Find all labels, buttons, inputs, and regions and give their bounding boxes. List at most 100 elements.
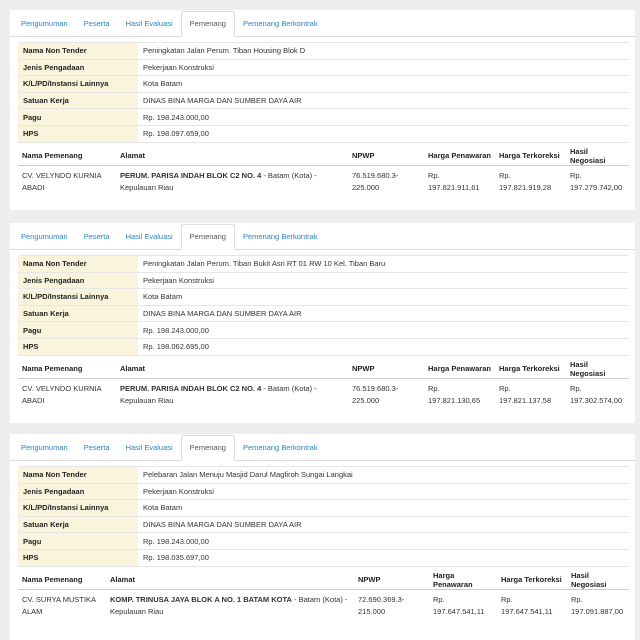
- value-hps: Rp. 198.062.695,00: [138, 337, 629, 356]
- tab-pengumuman[interactable]: Pengumuman: [13, 12, 76, 36]
- tab-pemenang-berkontrak[interactable]: Pemenang Berkontrak: [235, 12, 326, 36]
- winner-address: PERUM. PARISA INDAH BLOK C2 NO. 4 - Bata…: [116, 378, 348, 411]
- label-pagu: Pagu: [18, 321, 138, 339]
- col-harga-terkoreksi: Harga Terkoreksi: [497, 570, 567, 590]
- winner-name: CV. VELYNDO KURNIA ABADI: [22, 383, 102, 405]
- label-klpd: K/L/PD/Instansi Lainnya: [18, 499, 138, 517]
- tab-hasil-evaluasi[interactable]: Hasil Evaluasi: [118, 12, 181, 36]
- value-pagu: Rp. 198.243.000,00: [138, 321, 629, 339]
- col-hasil-negosiasi: Hasil Negosiasi: [566, 146, 629, 166]
- col-nama-pemenang: Nama Pemenang: [18, 359, 116, 379]
- winner-harga-penawaran: Rp. 197.647.541,11: [433, 594, 485, 616]
- winner-harga-terkoreksi: Rp. 197.821.137,58: [499, 383, 552, 405]
- winner-address: PERUM. PARISA INDAH BLOK C2 NO. 4 - Bata…: [116, 165, 348, 198]
- tab-pengumuman[interactable]: Pengumuman: [13, 225, 76, 249]
- col-npwp: NPWP: [348, 146, 424, 166]
- value-pagu: Rp. 198.243.000,00: [138, 532, 629, 550]
- value-klpd: Kota Batam: [138, 499, 629, 517]
- winner-table: Nama Pemenang Alamat NPWP Harga Penawara…: [18, 570, 629, 622]
- winner-table: Nama Pemenang Alamat NPWP Harga Penawara…: [18, 359, 629, 411]
- label-nama-non-tender: Nama Non Tender: [18, 42, 138, 60]
- info-table: Nama Non Tender Peningkatan Jalan Perum. …: [18, 42, 629, 143]
- value-klpd: Kota Batam: [138, 75, 629, 93]
- tab-pemenang[interactable]: Pemenang: [180, 224, 235, 250]
- value-satuan-kerja: DINAS BINA MARGA DAN SUMBER DAYA AIR: [138, 515, 629, 534]
- label-hps: HPS: [18, 548, 138, 567]
- winner-table: Nama Pemenang Alamat NPWP Harga Penawara…: [18, 146, 629, 198]
- winner-npwp: 76.519.680.3-225.000: [352, 170, 399, 192]
- tab-hasil-evaluasi[interactable]: Hasil Evaluasi: [118, 436, 181, 460]
- info-table: Nama Non Tender Pelebaran Jalan Menuju Ma…: [18, 466, 629, 567]
- label-satuan-kerja: Satuan Kerja: [18, 91, 138, 110]
- winner-hasil-negosiasi: Rp. 197.279.742,00: [570, 170, 623, 192]
- winner-harga-penawaran: Rp. 197.821.911,61: [428, 170, 480, 192]
- tab-bar: Pengumuman Peserta Hasil Evaluasi Pemena…: [10, 10, 635, 37]
- tab-pemenang[interactable]: Pemenang: [180, 435, 235, 461]
- value-jenis-pengadaan: Pekerjaan Konstruksi: [138, 271, 629, 290]
- col-hasil-negosiasi: Hasil Negosiasi: [566, 359, 629, 379]
- winner-hasil-negosiasi: Rp. 197.302.574,00: [570, 383, 623, 405]
- value-jenis-pengadaan: Pekerjaan Konstruksi: [138, 58, 629, 77]
- label-nama-non-tender: Nama Non Tender: [18, 255, 138, 273]
- col-alamat: Alamat: [106, 570, 354, 590]
- info-table: Nama Non Tender Peningkatan Jalan Perum. …: [18, 255, 629, 356]
- label-satuan-kerja: Satuan Kerja: [18, 515, 138, 534]
- tab-peserta[interactable]: Peserta: [76, 225, 118, 249]
- table-row: CV. VELYNDO KURNIA ABADI PERUM. PARISA I…: [18, 165, 629, 198]
- value-nama-non-tender: Pelebaran Jalan Menuju Masjid Darul Magf…: [138, 466, 629, 484]
- tab-pemenang[interactable]: Pemenang: [180, 11, 235, 37]
- winner-npwp: 76.519.680.3-225.000: [352, 383, 399, 405]
- value-pagu: Rp. 198.243.000,00: [138, 108, 629, 126]
- col-harga-terkoreksi: Harga Terkoreksi: [495, 359, 566, 379]
- value-nama-non-tender: Peningkatan Jalan Perum. Tiban Bukit Asr…: [138, 255, 629, 273]
- tab-pemenang-berkontrak[interactable]: Pemenang Berkontrak: [235, 436, 326, 460]
- winner-name: CV. SURYA MUSTIKA ALAM: [22, 594, 96, 616]
- winner-hasil-negosiasi: Rp. 197.091.887,00: [571, 594, 624, 616]
- tab-peserta[interactable]: Peserta: [76, 12, 118, 36]
- value-satuan-kerja: DINAS BINA MARGA DAN SUMBER DAYA AIR: [138, 91, 629, 110]
- label-hps: HPS: [18, 337, 138, 356]
- col-harga-terkoreksi: Harga Terkoreksi: [495, 146, 566, 166]
- tab-pemenang-berkontrak[interactable]: Pemenang Berkontrak: [235, 225, 326, 249]
- tab-peserta[interactable]: Peserta: [76, 436, 118, 460]
- label-jenis-pengadaan: Jenis Pengadaan: [18, 271, 138, 290]
- tab-pengumuman[interactable]: Pengumuman: [13, 436, 76, 460]
- winner-address-street: PERUM. PARISA INDAH BLOK C2 NO. 4: [120, 170, 262, 180]
- winner-address-street: KOMP. TRINUSA JAYA BLOK A NO. 1 BATAM KO…: [110, 594, 292, 604]
- label-jenis-pengadaan: Jenis Pengadaan: [18, 58, 138, 77]
- col-nama-pemenang: Nama Pemenang: [18, 570, 106, 590]
- value-nama-non-tender: Peningkatan Jalan Perum. Tiban Housing B…: [138, 42, 629, 60]
- col-npwp: NPWP: [348, 359, 424, 379]
- label-jenis-pengadaan: Jenis Pengadaan: [18, 482, 138, 501]
- panel-1: Pengumuman Peserta Hasil Evaluasi Pemena…: [10, 10, 635, 210]
- value-hps: Rp. 198.097.659,00: [138, 124, 629, 143]
- col-hasil-negosiasi: Hasil Negosiasi: [567, 570, 629, 590]
- table-row: CV. SURYA MUSTIKA ALAM KOMP. TRINUSA JAY…: [18, 589, 629, 622]
- label-nama-non-tender: Nama Non Tender: [18, 466, 138, 484]
- col-alamat: Alamat: [116, 359, 348, 379]
- winner-harga-terkoreksi: Rp. 197.647.541,11: [501, 594, 553, 616]
- winner-harga-penawaran: Rp. 197.821.130,65: [428, 383, 481, 405]
- label-hps: HPS: [18, 124, 138, 143]
- value-hps: Rp. 198.035.697,00: [138, 548, 629, 567]
- value-klpd: Kota Batam: [138, 288, 629, 306]
- winner-name: CV. VELYNDO KURNIA ABADI: [22, 170, 102, 192]
- col-harga-penawaran: Harga Penawaran: [429, 570, 497, 590]
- tab-hasil-evaluasi[interactable]: Hasil Evaluasi: [118, 225, 181, 249]
- tab-bar: Pengumuman Peserta Hasil Evaluasi Pemena…: [10, 434, 635, 461]
- winner-address: KOMP. TRINUSA JAYA BLOK A NO. 1 BATAM KO…: [106, 589, 354, 622]
- panel-2: Pengumuman Peserta Hasil Evaluasi Pemena…: [10, 223, 635, 423]
- col-harga-penawaran: Harga Penawaran: [424, 146, 495, 166]
- tab-bar: Pengumuman Peserta Hasil Evaluasi Pemena…: [10, 223, 635, 250]
- label-pagu: Pagu: [18, 108, 138, 126]
- label-satuan-kerja: Satuan Kerja: [18, 304, 138, 323]
- winner-address-street: PERUM. PARISA INDAH BLOK C2 NO. 4: [120, 383, 262, 393]
- col-nama-pemenang: Nama Pemenang: [18, 146, 116, 166]
- value-satuan-kerja: DINAS BINA MARGA DAN SUMBER DAYA AIR: [138, 304, 629, 323]
- label-pagu: Pagu: [18, 532, 138, 550]
- col-harga-penawaran: Harga Penawaran: [424, 359, 495, 379]
- label-klpd: K/L/PD/Instansi Lainnya: [18, 288, 138, 306]
- winner-harga-terkoreksi: Rp. 197.821.919,28: [499, 170, 552, 192]
- winner-npwp: 72.690.369.3-215.000: [358, 594, 405, 616]
- col-alamat: Alamat: [116, 146, 348, 166]
